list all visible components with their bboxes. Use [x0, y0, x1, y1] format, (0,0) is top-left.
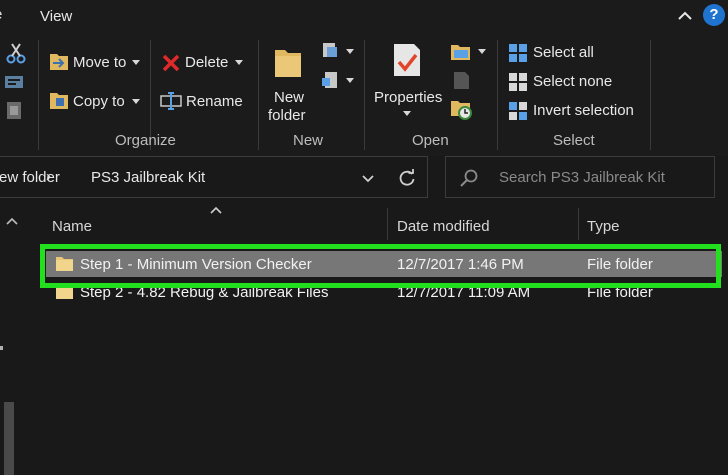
menu-bar: e View ? — [0, 0, 728, 34]
menu-tab-view[interactable]: View — [40, 8, 72, 25]
group-label-organize: Organize — [115, 132, 176, 149]
select-all-button[interactable]: Select all — [533, 44, 594, 61]
copy-path-icon[interactable] — [4, 74, 24, 90]
scroll-up-icon[interactable] — [6, 216, 18, 226]
refresh-icon[interactable] — [397, 168, 417, 188]
delete-button[interactable]: Delete — [185, 54, 228, 71]
group-label-select: Select — [553, 132, 595, 149]
history-icon[interactable] — [450, 98, 472, 120]
chevron-down-icon — [132, 60, 140, 65]
breadcrumb-separator[interactable]: › — [46, 168, 51, 185]
menu-tab-partial[interactable]: e — [0, 6, 2, 23]
delete-icon — [162, 54, 180, 72]
copy-to-button[interactable]: Copy to — [73, 93, 125, 110]
address-dropdown-icon[interactable] — [360, 170, 376, 186]
select-none-button[interactable]: Select none — [533, 73, 612, 90]
collapse-ribbon-icon[interactable] — [676, 7, 694, 25]
move-to-icon — [50, 54, 68, 70]
highlight-outline — [40, 244, 721, 288]
group-label-open: Open — [412, 132, 449, 149]
new-item-icon[interactable] — [321, 41, 341, 61]
nav-item-marker — [0, 346, 3, 350]
breadcrumb-current[interactable]: PS3 Jailbreak Kit — [91, 169, 205, 186]
column-header-name[interactable]: Name — [52, 218, 92, 235]
address-row: ew folder › PS3 Jailbreak Kit Search PS3… — [0, 156, 728, 206]
address-bar[interactable]: ew folder › PS3 Jailbreak Kit — [0, 156, 428, 198]
new-folder-icon — [275, 50, 301, 77]
chevron-down-icon — [403, 111, 411, 116]
chevron-down-icon — [346, 49, 354, 54]
select-all-icon — [509, 44, 527, 62]
sort-ascending-icon — [210, 206, 222, 214]
properties-icon — [394, 44, 420, 76]
new-folder-button-line1[interactable]: New — [274, 89, 304, 106]
invert-selection-button[interactable]: Invert selection — [533, 102, 634, 119]
column-header-type[interactable]: Type — [587, 218, 620, 235]
rename-icon — [160, 92, 182, 110]
search-icon — [460, 169, 478, 187]
paste-shortcut-icon[interactable] — [6, 100, 22, 120]
open-icon[interactable] — [450, 42, 472, 62]
copy-to-icon — [50, 93, 68, 109]
group-label-new: New — [293, 132, 324, 149]
cut-icon[interactable] — [6, 42, 26, 64]
chevron-down-icon — [132, 99, 140, 104]
properties-button[interactable]: Properties — [374, 89, 442, 106]
rename-button[interactable]: Rename — [186, 93, 243, 110]
easy-access-icon[interactable] — [321, 70, 341, 90]
chevron-down-icon — [235, 60, 243, 65]
edit-icon[interactable] — [452, 70, 470, 90]
ribbon: Move to Copy to Delete Rename Organize N… — [0, 34, 728, 156]
navigation-pane — [0, 206, 22, 475]
search-box[interactable]: Search PS3 Jailbreak Kit — [445, 156, 715, 198]
chevron-down-icon — [346, 78, 354, 83]
column-header-date-modified[interactable]: Date modified — [397, 218, 490, 235]
invert-selection-icon — [509, 102, 527, 120]
nav-scrollbar-thumb[interactable] — [4, 402, 14, 475]
new-folder-button-line2[interactable]: folder — [268, 107, 306, 124]
chevron-down-icon — [478, 49, 486, 54]
search-input[interactable]: Search PS3 Jailbreak Kit — [499, 169, 665, 186]
help-button[interactable]: ? — [703, 4, 725, 26]
select-none-icon — [509, 73, 527, 91]
move-to-button[interactable]: Move to — [73, 54, 126, 71]
